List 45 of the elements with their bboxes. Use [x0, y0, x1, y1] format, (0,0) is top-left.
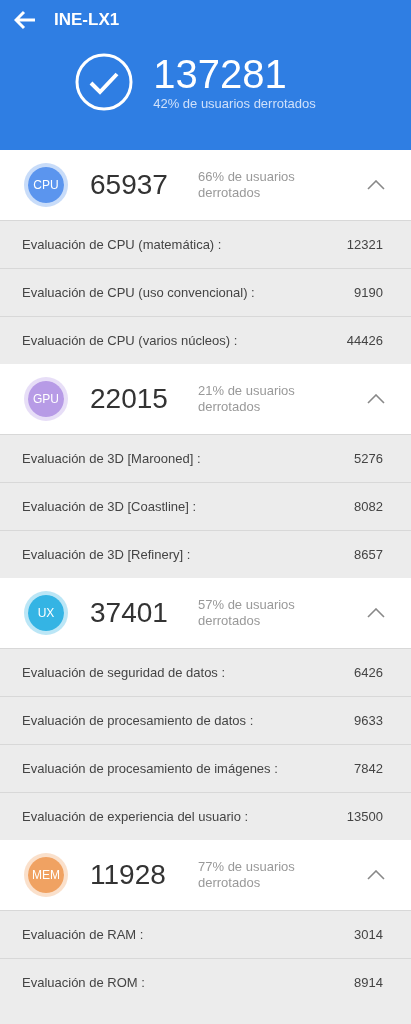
users-beaten-text: 66% de usuarios derrotados — [198, 169, 296, 201]
users-beaten-text: 57% de usuarios derrotados — [198, 597, 296, 629]
metric-label: Evaluación de CPU (matemática) : — [22, 237, 222, 252]
metric-label: Evaluación de experiencia del usuario : — [22, 809, 249, 824]
users-beaten-text: 77% de usuarios derrotados — [198, 859, 296, 891]
users-beaten-text: 21% de usuarios derrotados — [198, 383, 296, 415]
check-icon — [75, 52, 134, 111]
category-score: 22015 — [90, 383, 169, 415]
category-score: 11928 — [90, 859, 167, 891]
back-icon[interactable] — [14, 10, 36, 30]
metric-label: Evaluación de 3D [Marooned] : — [22, 451, 201, 466]
metric-value: 5276 — [354, 451, 383, 466]
category-score: 37401 — [90, 597, 169, 629]
metric-label: Evaluación de seguridad de datos : — [22, 665, 226, 680]
total-score: 137281 — [153, 52, 288, 96]
metric-value: 9190 — [354, 285, 383, 300]
metric-value: 7842 — [354, 761, 383, 776]
metric-label: Evaluación de ROM : — [22, 975, 145, 990]
chevron-icon[interactable] — [367, 180, 385, 190]
metric-value: 44426 — [346, 333, 383, 348]
chevron-icon[interactable] — [367, 870, 385, 880]
metric-value: 8914 — [354, 975, 383, 990]
metric-label: Evaluación de CPU (uso convencional) : — [22, 285, 255, 300]
category-score: 65937 — [90, 169, 169, 201]
score-subtitle: 42% de usuarios derrotados — [153, 96, 316, 111]
metric-value: 3014 — [354, 927, 383, 942]
metric-value: 6426 — [354, 665, 383, 680]
category-badge: GPU — [24, 377, 68, 421]
chevron-icon[interactable] — [367, 394, 385, 404]
metric-label: Evaluación de 3D [Refinery] : — [22, 547, 191, 562]
metric-value: 8657 — [354, 547, 383, 562]
metric-value: 8082 — [354, 499, 383, 514]
chevron-icon[interactable] — [367, 608, 385, 618]
metric-value: 13500 — [346, 809, 383, 824]
category-badge: CPU — [24, 163, 68, 207]
metric-value: 9633 — [354, 713, 383, 728]
device-title: INE-LX1 — [54, 10, 120, 30]
metric-value: 12321 — [346, 237, 383, 252]
metric-label: Evaluación de procesamiento de datos : — [22, 713, 254, 728]
metric-label: Evaluación de RAM : — [22, 927, 144, 942]
metric-label: Evaluación de 3D [Coastline] : — [22, 499, 197, 514]
metric-label: Evaluación de procesamiento de imágenes : — [22, 761, 278, 776]
category-badge: UX — [24, 591, 68, 635]
category-badge: MEM — [24, 853, 68, 897]
metric-label: Evaluación de CPU (varios núcleos) : — [22, 333, 238, 348]
